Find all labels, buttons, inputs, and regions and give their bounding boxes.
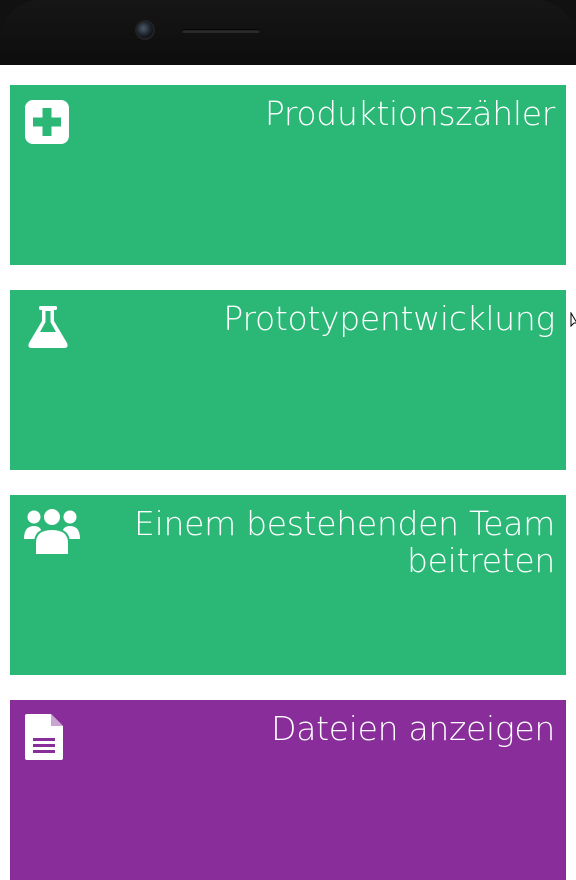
menu-tile-join-team[interactable]: Einem bestehenden Team beitreten: [10, 495, 566, 675]
app-screen: Produktionszähler Prototypentwicklung Ei…: [0, 65, 576, 880]
front-camera: [137, 22, 153, 38]
menu-tile-prototype-development[interactable]: Prototypentwicklung: [10, 290, 566, 470]
menu-tile-label: Prototypentwicklung: [223, 299, 555, 338]
menu-tile-label: Produktionszähler: [264, 94, 555, 133]
document-icon: [24, 714, 80, 762]
menu-tile-show-files[interactable]: Dateien anzeigen: [10, 700, 566, 880]
bezel-inner: [0, 0, 576, 65]
menu-tile-label: Einem bestehenden Team beitreten: [134, 504, 555, 580]
users-icon: [24, 505, 80, 556]
flask-icon: [24, 304, 80, 352]
mouse-cursor-icon: [570, 312, 576, 328]
device-top-bezel: [0, 0, 576, 65]
plus-square-icon: [24, 99, 80, 147]
menu-tile-production-counter[interactable]: Produktionszähler: [10, 85, 566, 265]
earpiece-speaker: [182, 29, 260, 33]
menu-tile-label: Dateien anzeigen: [271, 709, 555, 748]
